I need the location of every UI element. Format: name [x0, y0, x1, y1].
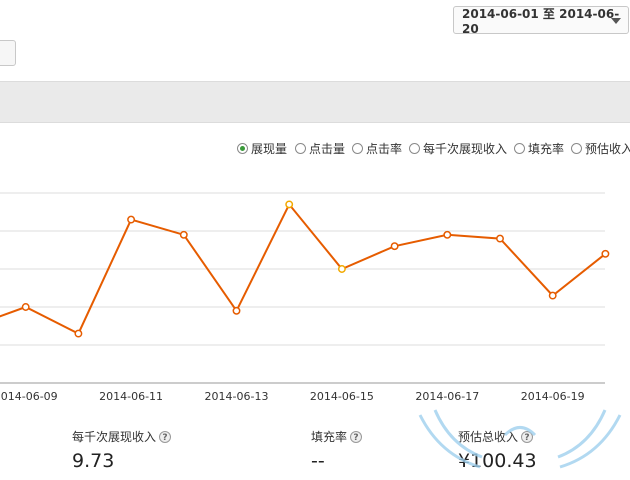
metric-option-ctr[interactable]: 点击率: [352, 140, 402, 156]
help-icon[interactable]: ?: [521, 430, 534, 443]
data-point: [179, 230, 188, 239]
data-point: [285, 200, 294, 209]
help-icon[interactable]: ?: [350, 430, 363, 443]
stat-fill-rate-label-text: 填充率: [311, 430, 348, 444]
data-point: [232, 306, 241, 315]
metric-option-label: 点击量: [309, 141, 346, 156]
x-tick-label: 2014-06-11: [99, 390, 163, 403]
x-tick-label: 2014-06-17: [415, 390, 479, 403]
radio-icon[interactable]: [409, 142, 420, 154]
stat-fill-rate-value: --: [311, 450, 325, 472]
impressions-line-chart: 2014-06-09 2014-06-11 2014-06-13 2014-06-15…: [0, 192, 610, 403]
x-tick-label: 2014-06-15: [310, 390, 374, 403]
chevron-down-icon: [611, 18, 621, 24]
metric-option-est-income[interactable]: 预估收入: [571, 140, 630, 156]
metric-option-label: 展现量: [251, 141, 288, 156]
data-point: [21, 303, 30, 311]
data-point: [127, 215, 136, 224]
metric-option-impressions[interactable]: 展现量: [237, 140, 287, 156]
data-point: [548, 291, 557, 300]
date-range-value: 2014-06-01 至 2014-06-20: [462, 6, 620, 36]
data-point: [443, 230, 452, 239]
toolbar-band: [0, 81, 630, 123]
data-point: [74, 329, 83, 338]
x-tick-label: 2014-06-13: [205, 390, 269, 403]
top-bar: 2014-06-01 至 2014-06-20: [0, 0, 630, 80]
metric-option-label: 每千次展现收入: [423, 141, 508, 156]
stat-ecpm-label-text: 每千次展现收入: [72, 430, 157, 444]
stat-est-total-value: ¥100.43: [458, 450, 537, 472]
stat-ecpm-label: 每千次展现收入 ?: [72, 428, 172, 445]
metric-option-clicks[interactable]: 点击量: [295, 140, 345, 156]
radio-icon[interactable]: [514, 142, 525, 154]
metric-option-label: 点击率: [366, 141, 403, 156]
radio-icon[interactable]: [237, 142, 248, 154]
x-tick-label: 2014-06-09: [0, 390, 58, 403]
radio-icon[interactable]: [352, 142, 363, 154]
metric-option-label: 填充率: [528, 141, 565, 156]
action-button[interactable]: [0, 40, 16, 66]
metric-option-label: 预估收入: [585, 141, 630, 156]
metric-option-fill-rate[interactable]: 填充率: [514, 140, 564, 156]
date-range-select[interactable]: 2014-06-01 至 2014-06-20: [453, 6, 629, 36]
radio-icon[interactable]: [571, 142, 582, 154]
stat-ecpm-value: 9.73: [72, 450, 115, 472]
data-point: [337, 265, 346, 273]
stat-est-total-label: 预估总收入 ?: [458, 428, 534, 445]
metric-option-ecpm[interactable]: 每千次展现收入: [409, 140, 507, 156]
stat-est-total-label-text: 预估总收入: [458, 430, 519, 444]
data-point: [601, 249, 610, 258]
stat-fill-rate-label: 填充率 ?: [311, 428, 363, 445]
data-point: [390, 242, 399, 251]
x-tick-label: 2014-06-19: [521, 390, 585, 403]
data-point: [496, 234, 504, 243]
help-icon[interactable]: ?: [159, 430, 172, 443]
radio-icon[interactable]: [295, 142, 306, 154]
